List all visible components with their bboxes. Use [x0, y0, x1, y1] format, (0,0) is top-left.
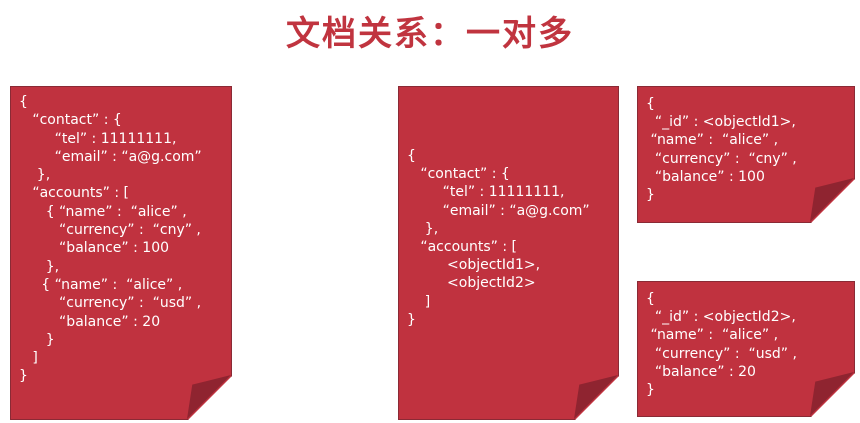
json-line: “name” : “alice” , — [646, 132, 779, 149]
page-fold-corner — [187, 375, 231, 419]
page-fold-corner — [810, 372, 854, 416]
json-line: } — [19, 368, 28, 385]
json-line: “_id” : <objectId2>, — [646, 309, 796, 326]
json-line: }, — [19, 167, 51, 184]
json-line: } — [19, 331, 55, 348]
json-line: }, — [19, 258, 60, 275]
json-line: “contact” : { — [19, 112, 122, 129]
json-line: ] — [407, 293, 431, 310]
embedded-document-json: { “contact” : { “tel” : 11111111, “email… — [19, 93, 202, 386]
json-line: } — [646, 187, 655, 204]
account-document-json-1: { “_id” : <objectId1>, “name” : “alice” … — [646, 95, 797, 204]
json-line: “email” : “a@g.com” — [407, 202, 590, 219]
json-line: “balance” : 100 — [646, 168, 765, 185]
json-line: } — [646, 382, 655, 399]
json-line: { — [646, 291, 655, 307]
page-fold-corner — [574, 375, 618, 419]
json-line: “accounts” : [ — [19, 185, 130, 202]
embedded-document-card: { “contact” : { “tel” : 11111111, “email… — [10, 86, 232, 420]
json-line: “tel” : 11111111, — [19, 130, 177, 147]
json-line: “balance” : 100 — [19, 240, 170, 257]
json-line: <objectId2> — [407, 275, 536, 292]
json-line: “currency” : “cny” , — [646, 150, 797, 167]
json-line: <objectId1>, — [407, 257, 541, 274]
json-line: “balance” : 20 — [646, 363, 756, 380]
slide-title: 文档关系：一对多 — [286, 14, 574, 54]
page-fold-corner — [810, 178, 854, 222]
json-line: { — [646, 96, 655, 112]
json-line: “_id” : <objectId1>, — [646, 114, 796, 131]
json-line: ] — [19, 350, 38, 367]
json-line: “currency” : “usd” , — [646, 345, 797, 362]
json-line: “currency” : “usd” , — [19, 295, 202, 312]
json-line: “tel” : 11111111, — [407, 184, 565, 201]
json-line: “name” : “alice” , — [646, 327, 779, 344]
json-line: “balance” : 20 — [19, 313, 161, 330]
json-line: { “name” : “alice” , — [19, 276, 183, 293]
referencing-document-json: { “contact” : { “tel” : 11111111, “email… — [407, 147, 590, 329]
json-line: { — [19, 94, 28, 110]
json-line: }, — [407, 220, 439, 237]
json-line: “accounts” : [ — [407, 239, 518, 256]
json-line: “email” : “a@g.com” — [19, 148, 202, 165]
json-line: “contact” : { — [407, 166, 510, 183]
json-line: { — [407, 148, 416, 164]
json-line: “currency” : “cny” , — [19, 222, 201, 239]
referencing-document-card: { “contact” : { “tel” : 11111111, “email… — [398, 86, 619, 420]
json-line: } — [407, 311, 416, 328]
account-document-json-2: { “_id” : <objectId2>, “name” : “alice” … — [646, 290, 797, 399]
json-line: { “name” : “alice” , — [19, 203, 187, 220]
